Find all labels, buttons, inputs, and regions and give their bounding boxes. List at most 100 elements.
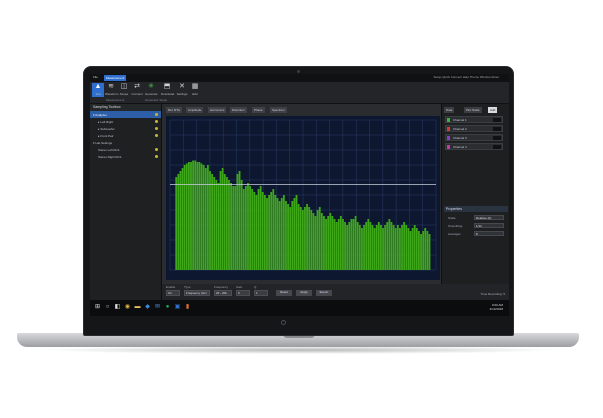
ribbon-label: Download xyxy=(161,92,175,96)
spectrum-plot[interactable] xyxy=(166,116,440,280)
graph-tab[interactable]: Rel. RTA xyxy=(166,107,182,113)
enable-label: Enable xyxy=(166,285,176,289)
spotify-icon[interactable]: ● xyxy=(164,304,171,311)
trace-row[interactable]: Channel 3 xyxy=(445,134,503,141)
file-menu[interactable]: File xyxy=(93,75,98,79)
spectrum-bar xyxy=(358,225,361,270)
system-clock[interactable]: 9:00 AM 4/13/2018 xyxy=(490,303,503,311)
trace-color-swatch xyxy=(447,145,450,149)
spectrum-bar xyxy=(401,225,403,270)
spectrum-bar xyxy=(259,186,262,270)
graph-tab[interactable]: Amplitude xyxy=(186,107,204,113)
spectrum-bar xyxy=(179,171,182,270)
tree-item[interactable]: ▸ Front Pair xyxy=(90,132,161,139)
spectrum-bar xyxy=(331,216,334,270)
ribbon-button-test[interactable]: ▲ Test xyxy=(92,83,104,97)
tab-add[interactable]: Add xyxy=(488,107,498,113)
reset-button[interactable]: Reset xyxy=(276,290,292,296)
graph-tab[interactable]: Phase xyxy=(252,107,265,113)
trace-row[interactable]: Channel 4 xyxy=(445,143,503,150)
spectrum-bar xyxy=(192,160,195,270)
ribbon-button-scope[interactable]: ◫ Scope xyxy=(118,83,130,97)
spectrum-bar xyxy=(346,225,349,270)
graph-tab[interactable]: Distortion xyxy=(230,107,247,113)
tree-item[interactable]: Stereo Left RLS xyxy=(90,146,161,153)
trace-row[interactable]: Channel 1 xyxy=(445,116,503,123)
tree-item[interactable]: ▸ Left Right xyxy=(90,118,161,125)
trace-color-swatch xyxy=(447,118,450,122)
ribbon-button-connect[interactable]: ⇄ Connect xyxy=(131,83,143,97)
spectrum-bar xyxy=(209,171,211,270)
status-dot xyxy=(155,148,158,151)
tab-data[interactable]: Data xyxy=(444,107,455,113)
spectrum-bar xyxy=(238,171,241,270)
property-label: Averages xyxy=(448,232,461,236)
ribbon-button-edit[interactable]: ▦ Edit xyxy=(189,83,201,97)
tree-item[interactable]: ▾ Lab Settings xyxy=(90,139,161,146)
folder-icon[interactable]: ▬ xyxy=(134,304,141,311)
spectrum-bar xyxy=(274,195,277,270)
trace-row[interactable]: Channel 2 xyxy=(445,125,503,132)
spectrum-bar xyxy=(204,168,207,270)
scope-icon: ◫ xyxy=(120,83,128,90)
property-select[interactable]: 1/12 xyxy=(474,223,504,228)
property-select[interactable]: Relative (0) xyxy=(474,215,504,220)
app-window: File Measurement Setup Quick Connect Hel… xyxy=(90,74,509,316)
search-icon[interactable]: ○ xyxy=(104,304,111,311)
tree-item[interactable]: ▾ Analyzer xyxy=(90,111,161,118)
ribbon-button-waveform[interactable]: ≋ Waveform xyxy=(105,83,119,97)
taskview-icon[interactable]: ◧ xyxy=(114,304,121,311)
tree-item[interactable]: ▸ Subwoofer xyxy=(90,125,161,132)
store-icon[interactable]: ◆ xyxy=(144,304,151,311)
ribbon-button-settings[interactable]: ✕ Settings xyxy=(176,83,188,97)
apply-button[interactable]: Apply xyxy=(296,290,312,296)
spectrum-bar xyxy=(363,225,365,270)
spectrum-bar xyxy=(228,180,230,270)
spectrum-bar xyxy=(198,162,201,270)
gain-input[interactable]: 0 xyxy=(236,290,250,296)
spectrum-bar xyxy=(202,165,205,270)
status-dot xyxy=(155,155,158,158)
spectrum-bar xyxy=(211,174,214,270)
trace-level xyxy=(493,127,501,131)
os-taskbar: ⊞ ○ ◧ ◉ ▬ ◆ ✉ ● ▣ ▮ 9:00 AM 4/13/2018 xyxy=(90,300,509,316)
tree-item-label: ▾ Analyzer xyxy=(93,113,107,117)
windows-icon[interactable]: ⊞ xyxy=(94,304,101,311)
frequency-input[interactable]: 20 - 20k xyxy=(214,290,232,296)
filter-controls: Enable On Type Frequency (Hz) Frequency … xyxy=(162,284,509,300)
spectrum-bar xyxy=(255,195,258,270)
spectrum-bar xyxy=(320,213,323,270)
graph-tab[interactable]: Spectrum xyxy=(270,107,287,113)
export-button[interactable]: Export xyxy=(316,290,332,296)
graph-tab[interactable]: Harmonics xyxy=(208,107,227,113)
enable-select[interactable]: On xyxy=(166,290,180,296)
spectrum-bar xyxy=(339,216,342,270)
app-icon[interactable]: ▮ xyxy=(184,304,191,311)
ribbon-button-generate[interactable]: ✳ Generate xyxy=(145,83,158,97)
spectrum-bar xyxy=(405,225,408,270)
tab-plot-scale[interactable]: Plot Scale xyxy=(464,107,482,113)
ribbon-label: Scope xyxy=(119,92,129,96)
spectrum-bar xyxy=(213,177,216,270)
spectrum-bar xyxy=(420,234,422,270)
spectrum-bar xyxy=(352,219,355,270)
ribbon-button-download[interactable]: ⬒ Download xyxy=(161,83,175,97)
browser-icon[interactable]: ◉ xyxy=(124,304,131,311)
title-menu[interactable]: Setup Quick Connect Help Theme Window Ab… xyxy=(434,75,499,79)
status-dot xyxy=(155,113,158,116)
tree-item[interactable]: Stereo Right RLS xyxy=(90,153,161,160)
spectrum-bar xyxy=(384,225,387,270)
type-select[interactable]: Frequency (Hz) xyxy=(184,290,210,296)
panel-header: Sampling Toolbox xyxy=(90,104,161,111)
spectrum-bar xyxy=(399,228,401,270)
property-select[interactable]: 8 xyxy=(474,231,504,236)
trace-name: Channel 1 xyxy=(453,118,467,122)
status-dot xyxy=(155,120,158,123)
q-input[interactable]: 1 xyxy=(254,290,268,296)
laptop-lid: File Measurement Setup Quick Connect Hel… xyxy=(83,66,514,336)
title-bar: File Measurement Setup Quick Connect Hel… xyxy=(90,74,509,82)
tree-item-label: ▾ Lab Settings xyxy=(93,141,113,145)
mail-icon[interactable]: ✉ xyxy=(154,304,161,311)
measurement-tab[interactable]: Measurement xyxy=(104,75,126,81)
media-icon[interactable]: ▣ xyxy=(174,304,181,311)
